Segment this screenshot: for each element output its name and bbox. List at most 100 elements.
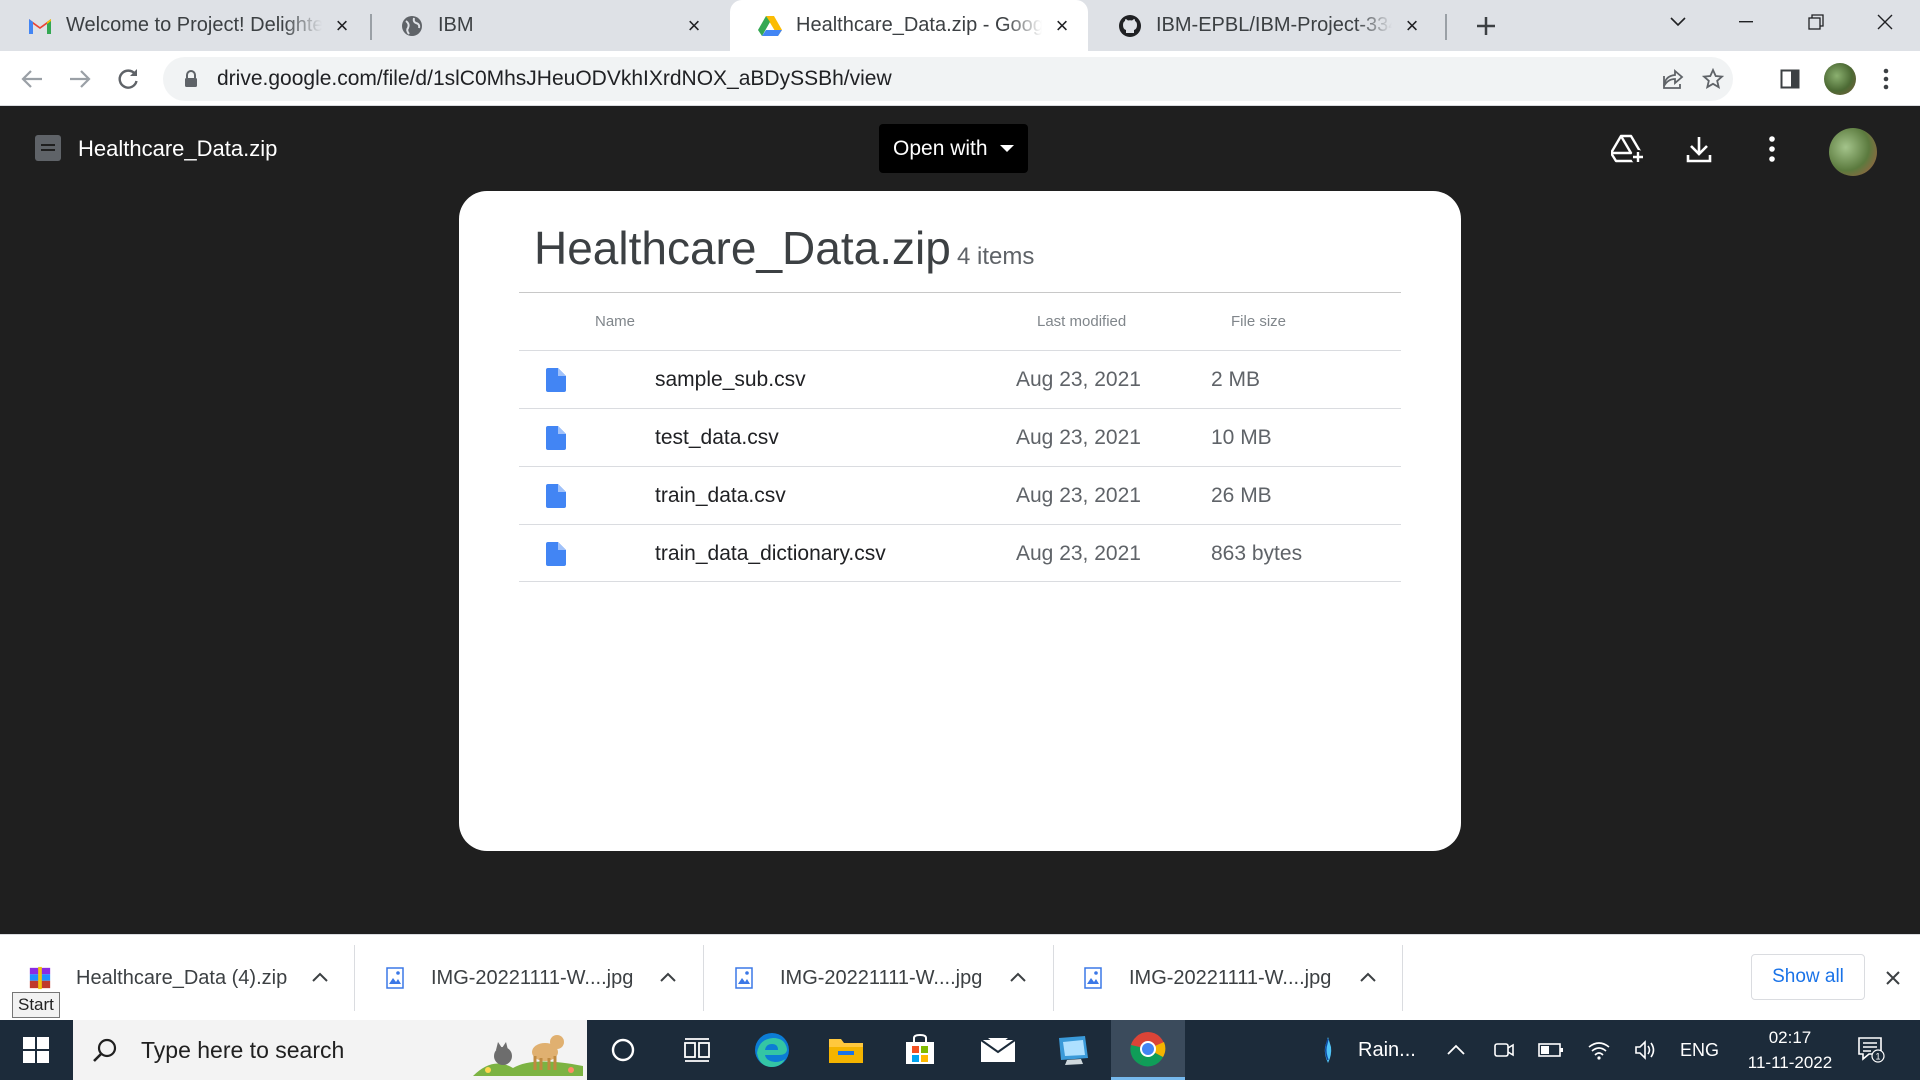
file-name: train_data_dictionary.csv — [655, 542, 886, 565]
download-item[interactable]: IMG-20221111-W....jpg — [1081, 935, 1381, 1021]
file-row[interactable]: test_data.csv Aug 23, 2021 10 MB — [519, 408, 1401, 466]
lock-icon[interactable] — [181, 70, 201, 88]
reload-button[interactable] — [110, 61, 146, 97]
tab-title: IBM-EPBL/IBM-Project-33464-1660 — [1156, 14, 1392, 36]
chevron-up-icon[interactable] — [1006, 965, 1030, 989]
system-clock[interactable]: 02:17 11-11-2022 — [1735, 1025, 1845, 1075]
open-with-label: Open with — [893, 136, 988, 160]
side-panel-icon[interactable] — [1772, 61, 1808, 97]
globe-icon — [400, 14, 424, 38]
divider — [354, 945, 355, 1011]
show-all-button[interactable]: Show all — [1751, 954, 1865, 1000]
url-text[interactable]: drive.google.com/file/d/1slC0MhsJHeuODVk… — [217, 67, 1653, 91]
file-row[interactable]: train_data.csv Aug 23, 2021 26 MB — [519, 466, 1401, 524]
tab-ibm[interactable]: IBM × — [372, 0, 720, 51]
more-actions-icon[interactable] — [1752, 129, 1792, 169]
download-item[interactable]: IMG-20221111-W....jpg — [732, 935, 1032, 1021]
file-row[interactable]: sample_sub.csv Aug 23, 2021 2 MB — [519, 350, 1401, 408]
bookmark-star-icon[interactable] — [1693, 59, 1733, 99]
weather-text[interactable]: Rain... — [1358, 1020, 1416, 1080]
divider — [519, 292, 1401, 293]
search-icon — [89, 1037, 121, 1063]
account-avatar[interactable] — [1829, 128, 1877, 176]
microsoft-store-icon[interactable] — [883, 1020, 957, 1080]
download-name: IMG-20221111-W....jpg — [431, 966, 634, 989]
close-tab-icon[interactable]: × — [682, 14, 706, 38]
column-header-modified: Last modified — [1037, 313, 1127, 330]
file-modified: Aug 23, 2021 — [1016, 484, 1141, 507]
download-item[interactable]: Healthcare_Data (4).zip — [28, 935, 338, 1021]
file-explorer-icon[interactable] — [809, 1020, 883, 1080]
file-icon — [546, 542, 566, 566]
divider — [1053, 945, 1054, 1011]
close-tab-icon[interactable]: × — [1050, 14, 1074, 38]
download-icon[interactable] — [1679, 129, 1719, 169]
file-name: train_data.csv — [655, 484, 786, 507]
remote-desktop-icon[interactable] — [1036, 1020, 1110, 1080]
image-file-icon — [732, 966, 756, 990]
column-header-size: File size — [1231, 313, 1287, 330]
meet-now-icon[interactable] — [1489, 1035, 1519, 1065]
back-button[interactable] — [14, 61, 50, 97]
close-tab-icon[interactable]: × — [1400, 14, 1424, 38]
tab-gmail[interactable]: Welcome to Project! Delighted to × — [0, 0, 368, 51]
image-file-icon — [1081, 966, 1105, 990]
open-with-button[interactable]: Open with — [879, 124, 1028, 173]
file-row[interactable]: train_data_dictionary.csv Aug 23, 2021 8… — [519, 524, 1401, 582]
edge-browser-icon[interactable] — [735, 1020, 809, 1080]
viewer-header: Healthcare_Data.zip Open with — [0, 107, 1920, 191]
file-modified: Aug 23, 2021 — [1016, 426, 1141, 449]
tab-google-drive[interactable]: Healthcare_Data.zip - Google Drive × — [730, 0, 1088, 51]
share-icon[interactable] — [1653, 59, 1693, 99]
chevron-up-icon[interactable] — [1441, 1035, 1471, 1065]
tab-divider — [1445, 14, 1447, 40]
minimize-button[interactable] — [1713, 0, 1779, 44]
github-icon — [1118, 14, 1142, 38]
language-indicator[interactable]: ENG — [1680, 1020, 1719, 1080]
windows-start-button[interactable] — [0, 1020, 72, 1080]
item-count: 4 items — [957, 243, 1035, 270]
download-shelf: Healthcare_Data (4).zip IMG-20221111-W..… — [0, 934, 1920, 1020]
weather-rain-icon[interactable] — [1313, 1035, 1343, 1065]
winrar-archive-icon — [28, 966, 52, 990]
file-size: 863 bytes — [1211, 542, 1303, 565]
address-bar[interactable]: drive.google.com/file/d/1slC0MhsJHeuODVk… — [163, 57, 1733, 101]
tab-title: Healthcare_Data.zip - Google Drive — [796, 14, 1042, 36]
cortana-icon[interactable] — [586, 1020, 660, 1080]
file-name: test_data.csv — [655, 426, 779, 449]
forward-button[interactable] — [62, 61, 98, 97]
document-icon — [35, 135, 61, 161]
tab-strip: Welcome to Project! Delighted to × IBM ×… — [0, 0, 1920, 51]
close-shelf-icon[interactable] — [1879, 964, 1907, 992]
profile-avatar[interactable] — [1822, 61, 1858, 97]
download-item[interactable]: IMG-20221111-W....jpg — [383, 935, 683, 1021]
gmail-icon — [28, 14, 52, 38]
restore-button[interactable] — [1783, 0, 1849, 44]
tab-search-chevron-icon[interactable] — [1645, 0, 1711, 44]
viewer-title: Healthcare_Data.zip — [78, 136, 278, 161]
wifi-icon[interactable] — [1584, 1035, 1614, 1065]
chevron-up-icon[interactable] — [1356, 965, 1380, 989]
task-view-icon[interactable] — [660, 1020, 734, 1080]
windows-logo-icon — [23, 1037, 49, 1063]
close-tab-icon[interactable]: × — [330, 14, 354, 38]
notification-center-icon[interactable]: 1 — [1856, 1034, 1886, 1064]
tab-github[interactable]: IBM-EPBL/IBM-Project-33464-1660 × — [1090, 0, 1438, 51]
mail-icon[interactable] — [961, 1020, 1035, 1080]
google-drive-icon — [758, 14, 782, 38]
chevron-up-icon[interactable] — [308, 965, 332, 989]
taskbar-search-box[interactable]: Type here to search — [73, 1020, 587, 1080]
new-tab-button[interactable] — [1468, 8, 1504, 44]
column-header-name: Name — [595, 313, 636, 330]
chevron-up-icon[interactable] — [656, 965, 680, 989]
volume-icon[interactable] — [1631, 1035, 1661, 1065]
browser-toolbar: drive.google.com/file/d/1slC0MhsJHeuODVk… — [0, 51, 1920, 106]
battery-icon[interactable] — [1536, 1035, 1566, 1065]
file-modified: Aug 23, 2021 — [1016, 368, 1141, 391]
add-shortcut-to-drive-icon[interactable] — [1608, 129, 1648, 169]
chrome-icon[interactable] — [1111, 1020, 1185, 1080]
zip-preview-card: Healthcare_Data.zip 4 items Name Last mo… — [459, 191, 1461, 851]
chrome-menu-icon[interactable] — [1868, 61, 1904, 97]
caret-down-icon — [999, 145, 1014, 152]
close-window-button[interactable] — [1852, 0, 1918, 44]
